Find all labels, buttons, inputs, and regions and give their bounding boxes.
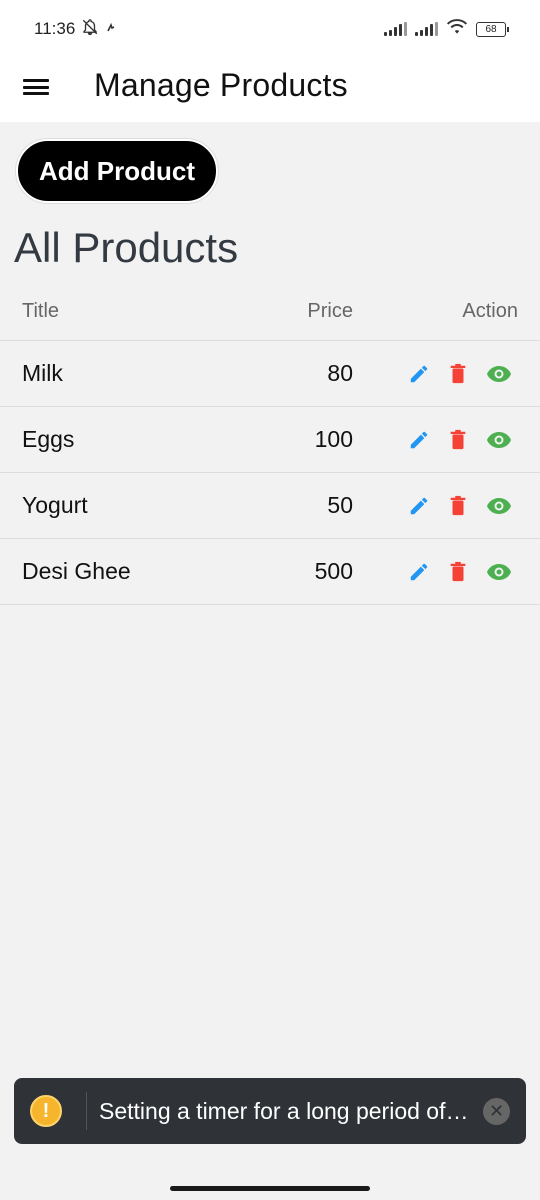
warning-icon: ! bbox=[30, 1095, 62, 1127]
table-row: Eggs 100 bbox=[0, 407, 540, 473]
edit-icon[interactable] bbox=[408, 429, 430, 451]
app-header: Manage Products bbox=[0, 58, 540, 122]
edit-icon[interactable] bbox=[408, 495, 430, 517]
table-row: Yogurt 50 bbox=[0, 473, 540, 539]
delete-icon[interactable] bbox=[448, 429, 468, 451]
product-title: Desi Ghee bbox=[22, 558, 131, 584]
edit-icon[interactable] bbox=[408, 561, 430, 583]
toast-message: Setting a timer for a long period of… bbox=[99, 1098, 469, 1124]
product-price: 100 bbox=[314, 426, 353, 452]
header-action: Action bbox=[462, 299, 518, 322]
edit-icon[interactable] bbox=[408, 363, 430, 385]
delete-icon[interactable] bbox=[448, 495, 468, 517]
product-title: Milk bbox=[22, 360, 63, 386]
status-bar: 11:36 68 bbox=[0, 0, 540, 58]
table-row: Desi Ghee 500 bbox=[0, 539, 540, 605]
product-price: 50 bbox=[327, 492, 353, 518]
table-header-row: Title Price Action bbox=[0, 282, 540, 341]
menu-icon[interactable] bbox=[23, 77, 49, 97]
header-price: Price bbox=[307, 299, 353, 322]
close-icon[interactable]: ✕ bbox=[483, 1098, 510, 1125]
battery-icon: 68 bbox=[476, 21, 509, 37]
delete-icon[interactable] bbox=[448, 561, 468, 583]
section-title: All Products bbox=[14, 224, 239, 271]
signal-icon bbox=[384, 22, 407, 36]
products-table: Title Price Action Milk 80 Eggs 100 Yogu… bbox=[0, 282, 540, 605]
notification-icon bbox=[105, 19, 117, 39]
view-icon[interactable] bbox=[486, 365, 512, 383]
signal-icon-2 bbox=[415, 22, 438, 36]
status-left: 11:36 bbox=[34, 18, 117, 41]
row-actions bbox=[408, 407, 512, 472]
mute-icon bbox=[81, 18, 99, 41]
product-price: 80 bbox=[327, 360, 353, 386]
row-actions bbox=[408, 473, 512, 538]
product-title: Yogurt bbox=[22, 492, 88, 518]
wifi-icon bbox=[446, 18, 468, 40]
product-title: Eggs bbox=[22, 426, 75, 452]
delete-icon[interactable] bbox=[448, 363, 468, 385]
toast-divider bbox=[86, 1092, 87, 1130]
status-time: 11:36 bbox=[34, 19, 76, 38]
view-icon[interactable] bbox=[486, 431, 512, 449]
table-row: Milk 80 bbox=[0, 341, 540, 407]
warning-toast[interactable]: ! Setting a timer for a long period of… … bbox=[14, 1078, 526, 1144]
row-actions bbox=[408, 341, 512, 406]
view-icon[interactable] bbox=[486, 563, 512, 581]
page-title: Manage Products bbox=[94, 67, 348, 103]
add-product-button[interactable]: Add Product bbox=[16, 139, 218, 203]
row-actions bbox=[408, 539, 512, 604]
view-icon[interactable] bbox=[486, 497, 512, 515]
status-right: 68 bbox=[384, 18, 509, 40]
header-title: Title bbox=[22, 299, 60, 322]
home-indicator[interactable] bbox=[170, 1186, 370, 1191]
product-price: 500 bbox=[314, 558, 353, 584]
